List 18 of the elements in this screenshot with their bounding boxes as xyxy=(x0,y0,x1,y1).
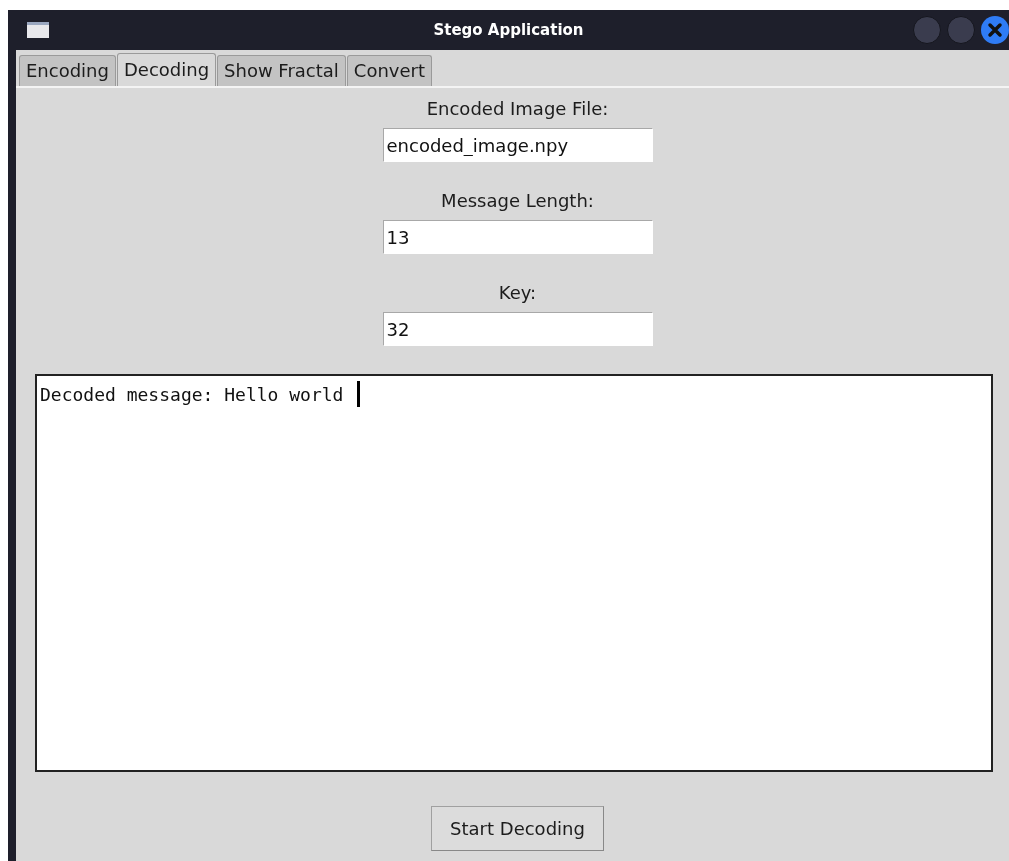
input-field[interactable]: 13 xyxy=(382,220,653,254)
tab[interactable]: Decoding xyxy=(116,53,217,86)
tab[interactable]: Convert xyxy=(346,55,432,86)
field-label: Key: xyxy=(498,281,537,305)
output-text: Decoded message: Hello world xyxy=(40,384,344,405)
window-title: Stego Application xyxy=(433,21,584,39)
field-label: Message Length: xyxy=(441,189,594,213)
tab[interactable]: Encoding xyxy=(19,55,116,86)
input-field[interactable]: encoded_image.npy xyxy=(382,128,653,162)
tab[interactable]: Show Fractal xyxy=(217,55,346,86)
maximize-button[interactable] xyxy=(947,16,975,44)
start-decoding-button[interactable]: Start Decoding xyxy=(431,806,604,851)
output-text-area[interactable]: Decoded message: Hello world xyxy=(35,374,993,772)
minimize-button[interactable] xyxy=(913,16,941,44)
window-icon xyxy=(27,22,49,38)
close-icon[interactable] xyxy=(981,16,1009,44)
field-label: Encoded Image File: xyxy=(426,97,609,121)
input-field[interactable]: 32 xyxy=(382,312,653,346)
